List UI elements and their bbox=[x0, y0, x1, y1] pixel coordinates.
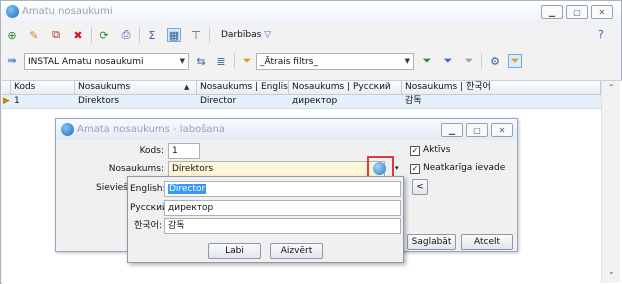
close-popup-button[interactable]: Aizvērt bbox=[270, 243, 323, 259]
table-cell[interactable]: директор bbox=[289, 95, 402, 109]
scroll-up-icon[interactable]: ⌃ bbox=[608, 83, 615, 92]
filter-settings-icon[interactable]: ⚙ bbox=[488, 54, 502, 68]
ok-button[interactable]: Labi bbox=[208, 243, 261, 259]
tree-icon[interactable]: ⊤ bbox=[189, 28, 203, 42]
table-cell[interactable]: Direktors bbox=[75, 95, 197, 109]
app-globe-icon bbox=[61, 123, 74, 136]
app-globe-icon bbox=[6, 5, 19, 18]
active-filter-icon[interactable]: ⏷ bbox=[508, 54, 522, 68]
active-label: Aktīvs bbox=[423, 145, 451, 155]
move-left-button[interactable]: < bbox=[412, 179, 428, 195]
code-label: Kods: bbox=[139, 146, 164, 156]
translation-field-english[interactable]: Director bbox=[164, 181, 401, 197]
vertical-scrollbar[interactable]: ⌃ ⌄ bbox=[601, 81, 620, 283]
columns-icon[interactable]: ⇆ bbox=[194, 54, 208, 68]
row-marker[interactable]: ▶ bbox=[2, 95, 11, 109]
language-label-korean: 한국어: bbox=[134, 221, 162, 231]
toolbar-separator bbox=[234, 53, 235, 69]
dialog-close-button[interactable]: ✕ bbox=[491, 123, 513, 137]
column-header-name[interactable]: Nosaukums bbox=[75, 81, 197, 95]
print-icon[interactable]: ⎙ bbox=[119, 28, 133, 42]
column-header-code[interactable]: Kods bbox=[11, 81, 75, 95]
chevron-down-icon: ▼ bbox=[404, 57, 410, 65]
toolbar-separator bbox=[209, 27, 210, 43]
dialog-minimize-button[interactable]: ▁ bbox=[441, 123, 463, 137]
close-button[interactable]: ✕ bbox=[591, 5, 613, 19]
code-field[interactable]: 1 bbox=[168, 143, 200, 159]
delete-icon[interactable]: ✖ bbox=[71, 28, 85, 42]
scroll-down-icon[interactable]: ⌄ bbox=[608, 267, 615, 276]
chevron-down-icon: ▼ bbox=[179, 57, 185, 65]
independent-input-label: Neatkarīga ievade bbox=[423, 163, 506, 173]
edit-icon[interactable]: ✎ bbox=[27, 28, 41, 42]
dialog-maximize-button[interactable]: ▢ bbox=[466, 123, 488, 137]
help-icon[interactable]: ? bbox=[598, 28, 604, 41]
window-title: Amatu nosaukumi bbox=[22, 6, 113, 17]
title-bar: Amatu nosaukumi ▁ ▢ ✕ bbox=[1, 1, 621, 23]
translations-popup: English: Director Русский: директор 한국어:… bbox=[127, 176, 404, 263]
actions-menu[interactable]: Darbības ▽ bbox=[221, 30, 271, 40]
column-header-russian[interactable]: Nosaukums | Русский bbox=[289, 81, 402, 95]
edit-filter-icon[interactable]: ⏷ bbox=[441, 54, 455, 68]
active-checkbox[interactable]: ✓ bbox=[410, 146, 420, 156]
refresh-icon[interactable]: ⟳ bbox=[97, 28, 111, 42]
toolbar-separator bbox=[139, 27, 140, 43]
quick-filter-combobox[interactable]: _Ātrais filtrs_ ▼ bbox=[256, 53, 414, 70]
translation-field-korean[interactable]: 감독 bbox=[164, 218, 401, 234]
name-label: Nosaukums: bbox=[108, 164, 164, 174]
toolbar-separator bbox=[481, 53, 482, 69]
new-icon[interactable]: ⊕ bbox=[5, 28, 19, 42]
column-header-marker bbox=[2, 81, 11, 95]
sort-ascending-icon: ▲ bbox=[184, 83, 190, 91]
translate-globe-icon[interactable] bbox=[373, 162, 386, 175]
cancel-button[interactable]: Atcelt bbox=[461, 234, 513, 250]
table-cell[interactable]: Director bbox=[197, 95, 289, 109]
dialog-title-bar: Amata nosaukums - labošana ▁ ▢ ✕ bbox=[56, 119, 517, 140]
dialog-title: Amata nosaukums - labošana bbox=[77, 124, 225, 135]
copy-icon[interactable]: ⧉ bbox=[49, 28, 63, 42]
add-filter-icon[interactable]: ⏷ bbox=[420, 54, 434, 68]
table-cell[interactable]: 1 bbox=[11, 95, 75, 109]
language-label-english: English: bbox=[130, 184, 166, 194]
sum-icon[interactable]: Σ bbox=[145, 28, 159, 42]
column-header-korean[interactable]: Nosaukums | 한국어 bbox=[402, 81, 601, 95]
language-label-russian: Русский: bbox=[130, 203, 171, 213]
view-combobox[interactable]: INSTAL Amatu nosaukumi ▼ bbox=[24, 53, 189, 70]
column-header-english[interactable]: Nosaukums | English bbox=[197, 81, 289, 95]
toolbar-separator bbox=[91, 27, 92, 43]
filter-icon[interactable]: ⏷ bbox=[240, 54, 254, 68]
list-icon[interactable]: ≣ bbox=[214, 54, 228, 68]
table-cell[interactable]: 감독 bbox=[402, 95, 601, 109]
grid-icon[interactable]: ▦ bbox=[167, 28, 181, 42]
clear-filter-icon[interactable]: ⏷ bbox=[462, 54, 476, 68]
chevron-down-icon[interactable]: ▾ bbox=[395, 164, 399, 172]
save-button[interactable]: Saglabāt bbox=[407, 234, 456, 250]
independent-input-checkbox[interactable]: ✓ bbox=[410, 164, 420, 174]
translation-field-russian[interactable]: директор bbox=[164, 200, 401, 216]
maximize-button[interactable]: ▢ bbox=[566, 5, 588, 19]
view-select-icon[interactable]: ⇛ bbox=[5, 53, 19, 67]
minimize-button[interactable]: ▁ bbox=[541, 5, 563, 19]
chevron-down-icon: ▽ bbox=[261, 30, 272, 40]
name-field[interactable]: Direktors bbox=[168, 161, 385, 177]
